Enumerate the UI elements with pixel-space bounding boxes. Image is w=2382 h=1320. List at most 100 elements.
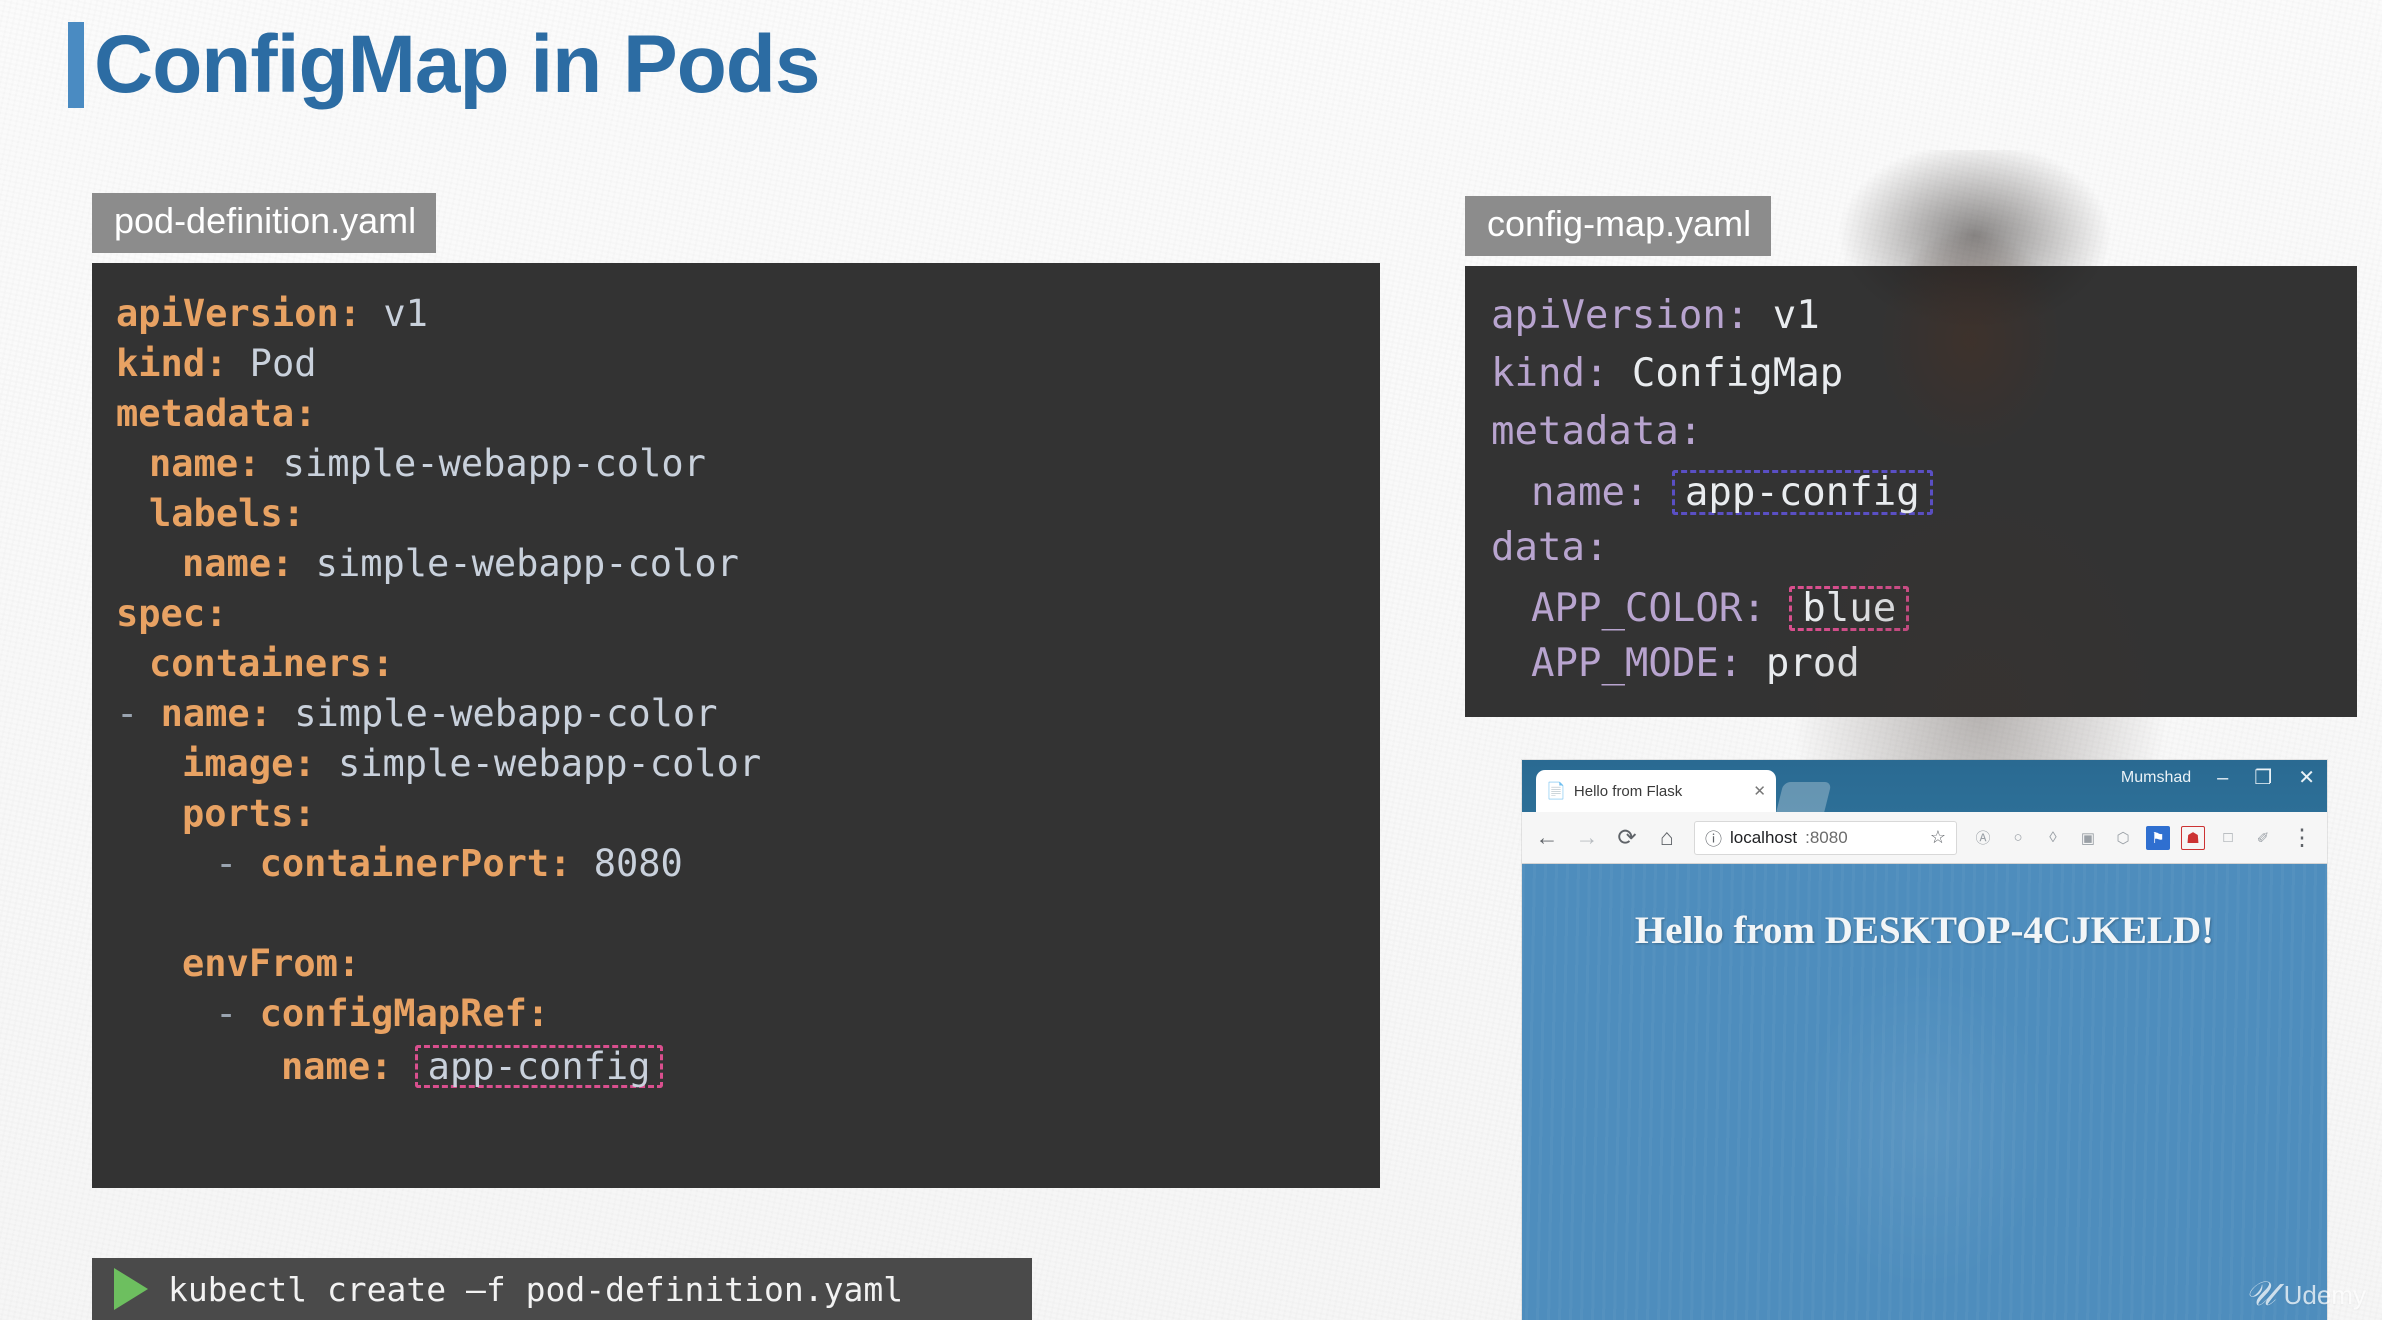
code-line: name: simple-webapp-color [116, 445, 1380, 495]
extension-icons: Ⓐ ○ ◊ ▣ ⬡ ⚑ ☗ □ ✐ [1971, 825, 2275, 850]
circle-extension-icon[interactable]: ○ [2006, 826, 2030, 850]
yaml-value: 8080 [593, 842, 683, 885]
yaml-value: v1 [383, 292, 428, 335]
code-line: name: app-config [116, 1045, 1380, 1095]
yaml-key: containers: [149, 642, 395, 685]
new-tab-ghost[interactable] [1776, 782, 1832, 812]
yaml-key: apiVersion: [1491, 293, 1750, 338]
code-line: - name: simple-webapp-color [116, 695, 1380, 745]
yaml-value: prod [1765, 641, 1860, 686]
yaml-value: ConfigMap [1631, 351, 1844, 396]
udemy-watermark: 𝒰 Udemy [2245, 1276, 2366, 1314]
screenshot-extension-icon[interactable]: ▣ [2076, 826, 2100, 850]
browser-menu-icon[interactable]: ⋮ [2289, 824, 2315, 851]
note-extension-icon[interactable]: ✐ [2251, 826, 2275, 850]
code-line: kind: Pod [116, 345, 1380, 395]
code-line: APP_MODE: prod [1491, 644, 2357, 702]
url-port: :8080 [1805, 827, 1848, 847]
yaml-key: containerPort: [259, 842, 572, 885]
config-map-code-panel: apiVersion: v1 kind: ConfigMap metadata: na… [1465, 266, 2357, 717]
highlighted-yaml-value: app-config [414, 1045, 664, 1088]
code-line: name: simple-webapp-color [116, 545, 1380, 595]
page-icon: 📄 [1546, 783, 1566, 800]
play-triangle-icon [114, 1268, 148, 1310]
bookmark-star-icon[interactable]: ☆ [1930, 827, 1946, 848]
udemy-logo-icon: 𝒰 [2245, 1276, 2276, 1313]
yaml-key: envFrom: [182, 942, 361, 985]
yaml-key: metadata: [1491, 409, 1703, 454]
adblock-extension-icon[interactable]: Ⓐ [1971, 826, 1995, 850]
list-dash: - [116, 692, 161, 735]
code-line: ports: [116, 795, 1380, 845]
code-line: image: simple-webapp-color [116, 745, 1380, 795]
yaml-key: name: [1531, 470, 1649, 515]
browser-tab[interactable]: 📄 Hello from Flask ✕ [1536, 770, 1776, 812]
yaml-key: kind: [1491, 351, 1609, 396]
site-info-icon[interactable]: ⓘ [1705, 825, 1722, 850]
yaml-key: APP_COLOR: [1531, 586, 1766, 631]
yaml-key: name: [149, 442, 261, 485]
pod-definition-file-tab: pod-definition.yaml [92, 193, 437, 253]
yaml-key: configMapRef: [259, 992, 550, 1035]
yaml-key: apiVersion: [116, 292, 362, 335]
code-line: data: [1491, 528, 2357, 586]
list-dash: - [215, 842, 260, 885]
yaml-key: name: [182, 542, 294, 585]
window-user-label: Mumshad [2120, 769, 2192, 786]
code-line: APP_COLOR: blue [1491, 586, 2357, 644]
code-line: - configMapRef: [116, 995, 1380, 1045]
yaml-key: spec: [116, 592, 228, 635]
close-icon[interactable]: ✕ [1753, 782, 1766, 800]
code-line: metadata: [116, 395, 1380, 445]
code-line: envFrom: [116, 945, 1380, 995]
yaml-value: simple-webapp-color [337, 742, 762, 785]
yaml-key: kind: [116, 342, 228, 385]
list-dash: - [215, 992, 260, 1035]
url-host: localhost [1730, 827, 1798, 847]
command-text: kubectl create –f pod-definition.yaml [168, 1269, 904, 1309]
home-icon[interactable]: ⌂ [1654, 824, 1680, 851]
highlighted-yaml-value: blue [1789, 586, 1910, 631]
address-bar[interactable]: ⓘ localhost :8080 ☆ [1694, 820, 1957, 855]
code-line: apiVersion: v1 [1491, 296, 2357, 354]
yaml-key: APP_MODE: [1531, 641, 1743, 686]
title-accent-bar [68, 22, 84, 108]
droplet-extension-icon[interactable]: ◊ [2041, 826, 2065, 850]
code-line: metadata: [1491, 412, 2357, 470]
config-map-file-tab: config-map.yaml [1465, 196, 1772, 256]
browser-titlebar: 📄 Hello from Flask ✕ Mumshad – ❐ ✕ [1522, 760, 2327, 812]
yaml-key: labels: [149, 492, 305, 535]
browser-toolbar: ← → ⟳ ⌂ ⓘ localhost :8080 ☆ Ⓐ ○ ◊ ▣ ⬡ ⚑ ☗ □ ✐ ⋮ [1522, 812, 2327, 864]
yaml-value: v1 [1772, 293, 1820, 338]
yaml-key: image: [182, 742, 316, 785]
yaml-key: name: [281, 1045, 393, 1088]
code-line: name: app-config [1491, 470, 2357, 528]
shield-extension-icon[interactable]: ☗ [2181, 825, 2205, 850]
page-title: ConfigMap in Pods [94, 19, 820, 110]
browser-window[interactable]: 📄 Hello from Flask ✕ Mumshad – ❐ ✕ ← → ⟳… [1522, 760, 2327, 1320]
bookmark-extension-icon[interactable]: ⚑ [2146, 825, 2170, 850]
browser-tab-title: Hello from Flask [1573, 782, 1683, 800]
minimize-icon[interactable]: – [2217, 768, 2228, 788]
window-controls: Mumshad – ❐ ✕ [2121, 768, 2315, 788]
close-window-icon[interactable]: ✕ [2298, 768, 2315, 788]
code-line: spec: [116, 595, 1380, 645]
hexagon-extension-icon[interactable]: ⬡ [2111, 826, 2135, 850]
back-icon[interactable]: ← [1534, 824, 1560, 851]
browser-page-content: Hello from DESKTOP-4CJKELD! [1522, 864, 2327, 1320]
page-title-row: ConfigMap in Pods [68, 19, 820, 110]
square-extension-icon[interactable]: □ [2216, 826, 2240, 850]
code-line: apiVersion: v1 [116, 295, 1380, 345]
reload-icon[interactable]: ⟳ [1614, 824, 1640, 851]
code-line: - containerPort: 8080 [116, 845, 1380, 895]
yaml-key: metadata: [116, 392, 317, 435]
flask-page-heading: Hello from DESKTOP-4CJKELD! [1634, 909, 2215, 952]
code-line: kind: ConfigMap [1491, 354, 2357, 412]
code-line: containers: [116, 645, 1380, 695]
yaml-key: ports: [182, 792, 316, 835]
yaml-key: name: [160, 692, 272, 735]
highlighted-yaml-value: app-config [1671, 470, 1933, 515]
maximize-icon[interactable]: ❐ [2254, 768, 2272, 788]
forward-icon[interactable]: → [1574, 824, 1600, 851]
